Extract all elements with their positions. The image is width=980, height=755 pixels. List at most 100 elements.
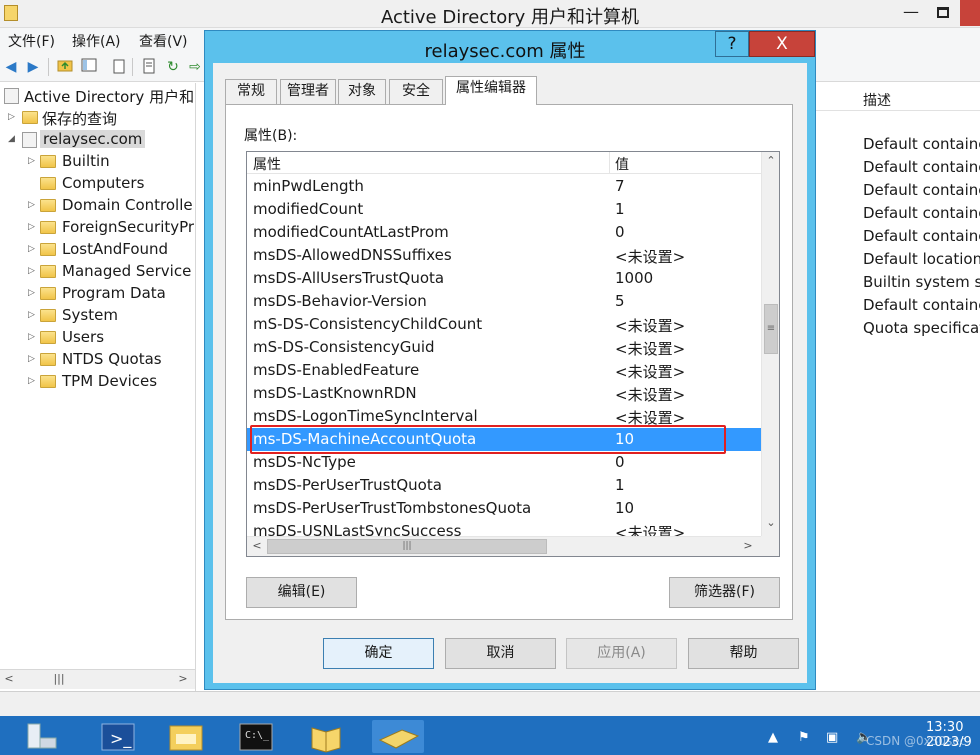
attribute-row[interactable]: msDS-PerUserTrustTombstonesQuota 10 <box>247 497 761 520</box>
expand-arrow-icon[interactable]: ▷ <box>28 354 36 364</box>
menu-action[interactable]: 操作(A) <box>72 31 121 51</box>
dialog-help-button[interactable]: ? <box>715 31 749 57</box>
attribute-row[interactable]: msDS-LastKnownRDN <未设置> <box>247 382 761 405</box>
apply-button[interactable]: 应用(A) <box>566 638 677 669</box>
copy-icon[interactable] <box>110 58 128 76</box>
tree-item-builtin[interactable]: ▷ Builtin <box>28 151 194 173</box>
list-item-description[interactable]: Default containe <box>863 204 980 222</box>
up-folder-icon[interactable] <box>56 58 74 76</box>
attribute-row[interactable]: msDS-AllowedDNSSuffixes <未设置> <box>247 244 761 267</box>
menu-view[interactable]: 查看(V) <box>139 31 188 51</box>
tree-root[interactable]: Active Directory 用户和 <box>4 85 194 107</box>
tree-item-system[interactable]: ▷ System <box>28 305 194 327</box>
ok-button[interactable]: 确定 <box>323 638 434 669</box>
help-button[interactable]: 帮助 <box>688 638 799 669</box>
list-item-description[interactable]: Default location <box>863 250 980 268</box>
attribute-row[interactable]: mS-DS-ConsistencyGuid <未设置> <box>247 336 761 359</box>
tree-item-users[interactable]: ▷ Users <box>28 327 194 349</box>
tree-horizontal-scrollbar[interactable]: < ||| > <box>0 669 195 689</box>
list-item-description[interactable]: Default containe <box>863 158 980 176</box>
expand-arrow-icon[interactable]: ▷ <box>28 376 36 386</box>
attribute-row[interactable]: mS-DS-ConsistencyChildCount <未设置> <box>247 313 761 336</box>
edit-button[interactable]: 编辑(E) <box>246 577 357 608</box>
tree-item-domain-controllers[interactable]: ▷ Domain Controller <box>28 195 194 217</box>
properties-icon[interactable] <box>140 58 158 76</box>
command-prompt-icon[interactable]: C:\_ <box>236 720 276 753</box>
minimize-button[interactable]: — <box>896 0 926 26</box>
tab-attribute-editor[interactable]: 属性编辑器 <box>445 76 537 105</box>
description-column-header[interactable]: 描述 <box>815 87 980 111</box>
scroll-left-icon[interactable]: < <box>250 539 264 552</box>
scroll-right-icon[interactable]: > <box>176 672 190 685</box>
tray-clock[interactable]: 13:30 2023/9 <box>926 720 972 750</box>
column-divider[interactable] <box>609 152 610 174</box>
expand-arrow-icon[interactable]: ▷ <box>28 222 36 232</box>
scroll-left-icon[interactable]: < <box>2 672 16 685</box>
attribute-row[interactable]: msDS-NcType 0 <box>247 451 761 474</box>
tab-security[interactable]: 安全 <box>389 79 443 104</box>
dialog-close-button[interactable]: X <box>749 31 815 57</box>
powershell-icon[interactable]: >_ <box>98 720 138 753</box>
tree-item-foreign-security[interactable]: ▷ ForeignSecurityPr <box>28 217 194 239</box>
attribute-row[interactable]: minPwdLength 7 <box>247 175 761 198</box>
list-item-description[interactable]: Default containe <box>863 296 980 314</box>
export-list-icon[interactable]: ⇨ <box>186 58 204 76</box>
list-item-description[interactable]: Default containe <box>863 227 980 245</box>
maximize-button[interactable] <box>928 0 958 26</box>
list-item-description[interactable]: Quota specificat <box>863 319 980 337</box>
expand-arrow-icon[interactable]: ▷ <box>28 310 36 320</box>
expand-arrow-icon[interactable]: ▷ <box>28 156 36 166</box>
expand-arrow-icon[interactable]: ▷ <box>28 266 36 276</box>
ad-users-computers-icon[interactable] <box>306 720 346 753</box>
column-header-value[interactable]: 值 <box>615 154 629 174</box>
tree-item-saved-queries[interactable]: ▷ 保存的查询 <box>8 107 194 129</box>
scroll-thumb[interactable]: ≡ <box>764 304 778 354</box>
tab-general[interactable]: 常规 <box>225 79 277 104</box>
active-app-icon[interactable] <box>372 720 424 753</box>
attribute-row[interactable]: msDS-AllUsersTrustQuota 1000 <box>247 267 761 290</box>
scroll-down-icon[interactable]: ⌄ <box>762 516 779 529</box>
tray-action-center-icon[interactable]: ⚑ <box>798 730 810 745</box>
expand-arrow-icon[interactable]: ▷ <box>8 112 16 122</box>
scroll-right-icon[interactable]: > <box>741 539 755 552</box>
filter-button[interactable]: 筛选器(F) <box>669 577 780 608</box>
forward-arrow-icon[interactable]: ▶ <box>24 58 42 76</box>
attribute-row[interactable]: msDS-Behavior-Version 5 <box>247 290 761 313</box>
tree-item-lost-and-found[interactable]: ▷ LostAndFound <box>28 239 194 261</box>
refresh-icon[interactable]: ↻ <box>164 58 182 76</box>
tree-item-managed-service[interactable]: ▷ Managed Service <box>28 261 194 283</box>
expand-arrow-icon[interactable]: ▷ <box>28 288 36 298</box>
attribute-list[interactable]: 属性 值 minPwdLength 7 modifiedCount 1 modifi… <box>246 151 780 557</box>
expand-arrow-icon[interactable]: ▷ <box>28 244 36 254</box>
expand-arrow-icon[interactable]: ▷ <box>28 200 36 210</box>
scroll-grip-icon[interactable]: ||| <box>52 672 66 685</box>
attribute-row[interactable]: modifiedCount 1 <box>247 198 761 221</box>
cancel-button[interactable]: 取消 <box>445 638 556 669</box>
tree-item-ntds-quotas[interactable]: ▷ NTDS Quotas <box>28 349 194 371</box>
collapse-arrow-icon[interactable]: ◢ <box>8 134 16 144</box>
attribute-row[interactable]: modifiedCountAtLastProm 0 <box>247 221 761 244</box>
main-close-button[interactable] <box>960 0 980 26</box>
list-item-description[interactable]: Default containe <box>863 135 980 153</box>
file-explorer-icon[interactable] <box>166 720 206 753</box>
attribute-list-vertical-scrollbar[interactable]: ⌃ ≡ ⌄ <box>761 152 779 536</box>
list-item-description[interactable]: Default containe <box>863 181 980 199</box>
scroll-thumb[interactable]: ||| <box>267 539 547 554</box>
tab-managed-by[interactable]: 管理者 <box>280 79 336 104</box>
menu-file[interactable]: 文件(F) <box>8 31 55 51</box>
back-arrow-icon[interactable]: ◀ <box>2 58 20 76</box>
tree-item-computers[interactable]: Computers <box>28 173 194 195</box>
tree-item-domain[interactable]: ◢ relaysec.com <box>8 129 194 151</box>
list-item-description[interactable]: Builtin system se <box>863 273 980 291</box>
attribute-list-horizontal-scrollbar[interactable]: < ||| > <box>247 536 761 556</box>
column-header-attribute[interactable]: 属性 <box>253 154 281 174</box>
attribute-row[interactable]: msDS-EnabledFeature <未设置> <box>247 359 761 382</box>
tray-network-icon[interactable]: ▣ <box>826 730 838 745</box>
server-manager-icon[interactable] <box>20 720 64 753</box>
tab-object[interactable]: 对象 <box>338 79 386 104</box>
attribute-row[interactable]: msDS-PerUserTrustQuota 1 <box>247 474 761 497</box>
expand-arrow-icon[interactable]: ▷ <box>28 332 36 342</box>
tree-item-tpm-devices[interactable]: ▷ TPM Devices <box>28 371 194 393</box>
tree-item-program-data[interactable]: ▷ Program Data <box>28 283 194 305</box>
scroll-up-icon[interactable]: ⌃ <box>762 154 779 167</box>
